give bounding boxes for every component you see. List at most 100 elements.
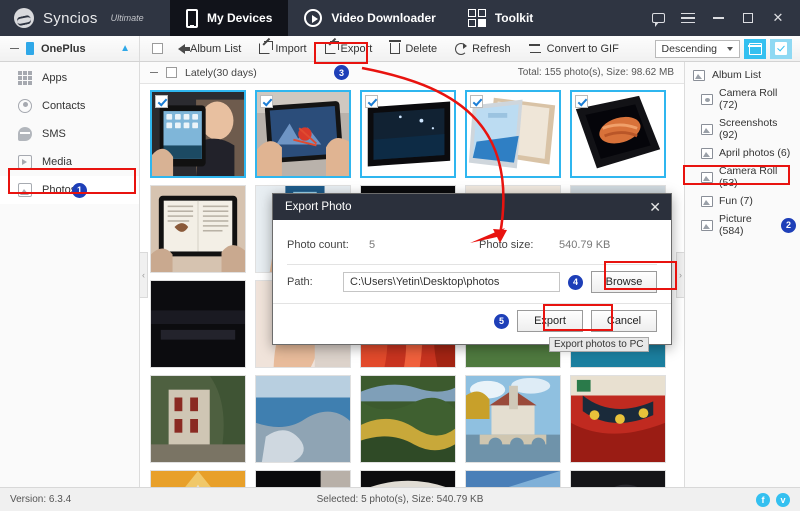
menu-icon[interactable] <box>674 3 702 33</box>
photo-checkbox[interactable] <box>155 95 168 108</box>
photo-image <box>151 471 245 487</box>
select-all-checkbox[interactable] <box>152 43 163 54</box>
album-item-fun[interactable]: Fun (7) <box>685 192 800 210</box>
album-item-april-photos[interactable]: April photos (6) <box>685 144 800 162</box>
close-button[interactable]: ✕ <box>764 3 792 33</box>
toolbar-refresh-label: Refresh <box>472 43 511 55</box>
photo-group-label: Lately(30 days) <box>185 67 257 79</box>
toolbar-convert-gif-button[interactable]: Convert to GIF <box>526 41 622 57</box>
photo-row <box>150 375 676 463</box>
apps-icon <box>18 71 32 85</box>
photo-image <box>361 471 455 487</box>
photo-thumbnail[interactable] <box>360 90 456 178</box>
group-select-checkbox[interactable] <box>166 67 177 78</box>
dialog-export-button[interactable]: Export <box>517 310 583 332</box>
sort-order-value: Descending <box>662 43 717 55</box>
album-item-screenshots[interactable]: Screenshots (92) <box>685 114 800 144</box>
sidebar-item-sms[interactable]: SMS <box>0 120 139 148</box>
album-panel: Album List Camera Roll (72) Screenshots … <box>684 62 800 487</box>
select-all-button[interactable] <box>770 39 792 59</box>
album-item-camera-roll-72[interactable]: Camera Roll (72) <box>685 84 800 114</box>
annotation-badge-2: 2 <box>781 218 796 233</box>
toolbar-export-button[interactable]: Export <box>322 41 376 57</box>
collapse-right-panel-button[interactable]: › <box>676 252 685 298</box>
checklist-icon <box>775 42 787 55</box>
device-selector[interactable]: OnePlus ▲ <box>0 36 140 61</box>
sidebar-item-photos[interactable]: Photos 1 <box>0 176 139 204</box>
selection-summary: Selected: 5 photo(s), Size: 540.79 KB <box>0 494 800 505</box>
dialog-body: Photo count: 5 Photo size: 540.79 KB Pat… <box>273 220 671 303</box>
tab-video-downloader[interactable]: Video Downloader <box>288 0 451 36</box>
dialog-info-row: Photo count: 5 Photo size: 540.79 KB <box>287 232 657 258</box>
photo-thumbnail[interactable] <box>465 470 561 487</box>
photo-thumbnail[interactable] <box>465 375 561 463</box>
eject-icon[interactable]: ▲ <box>120 43 130 54</box>
app-edition: Ultimate <box>111 13 144 23</box>
photo-total-text: Total: 155 photo(s), Size: 98.62 MB <box>518 67 674 78</box>
photo-count-label: Photo count: <box>287 239 369 251</box>
toolbar: OnePlus ▲ Album List Import Export Delet… <box>0 36 800 62</box>
sidebar-item-media-label: Media <box>42 156 72 168</box>
photo-thumbnail[interactable] <box>570 90 666 178</box>
album-list-header-label: Album List <box>712 69 761 81</box>
tab-my-devices[interactable]: My Devices <box>170 0 288 36</box>
sort-order-select[interactable]: Descending <box>655 40 740 58</box>
album-item-picture[interactable]: Picture (584) 2 <box>685 210 800 240</box>
photo-thumbnail[interactable] <box>150 375 246 463</box>
syncios-logo-icon <box>14 8 34 28</box>
photo-image <box>151 376 245 462</box>
album-item-camera-roll-53[interactable]: Camera Roll (53) <box>685 162 800 192</box>
toolbar-refresh-button[interactable]: Refresh <box>452 41 514 57</box>
annotation-badge-1: 1 <box>72 183 87 198</box>
photo-checkbox[interactable] <box>365 95 378 108</box>
album-icon <box>701 220 713 231</box>
photo-thumbnail[interactable] <box>150 470 246 487</box>
dialog-cancel-button[interactable]: Cancel <box>591 310 657 332</box>
device-name: OnePlus <box>41 43 86 55</box>
photo-thumbnail[interactable] <box>150 185 246 273</box>
calendar-view-button[interactable] <box>744 39 766 59</box>
feedback-icon[interactable] <box>644 3 672 33</box>
maximize-button[interactable] <box>734 3 762 33</box>
contacts-icon <box>18 99 32 113</box>
photo-thumbnail[interactable] <box>150 280 246 368</box>
photo-checkbox[interactable] <box>470 95 483 108</box>
group-collapse-icon[interactable] <box>150 72 158 73</box>
toolbar-delete-button[interactable]: Delete <box>387 41 440 57</box>
toolbar-album-list-button[interactable]: Album List <box>175 41 244 57</box>
album-icon <box>701 196 713 207</box>
photo-checkbox[interactable] <box>260 95 273 108</box>
dialog-close-button[interactable]: ✕ <box>647 199 663 216</box>
photo-thumbnail[interactable] <box>150 90 246 178</box>
sidebar-item-contacts[interactable]: Contacts <box>0 92 139 120</box>
toolbar-actions: Album List Import Export Delete Refresh … <box>140 41 622 57</box>
album-icon <box>701 124 713 135</box>
dialog-title: Export Photo <box>285 201 351 213</box>
photo-size-label: Photo size: <box>479 239 559 251</box>
toolbar-import-button[interactable]: Import <box>256 41 309 57</box>
photo-thumbnail[interactable] <box>255 90 351 178</box>
sidebar: Apps Contacts SMS Media Photos 1 <box>0 62 140 487</box>
minimize-button[interactable] <box>704 3 732 33</box>
dialog-path-input[interactable] <box>343 272 560 292</box>
sidebar-item-media[interactable]: Media <box>0 148 139 176</box>
collapse-left-panel-button[interactable]: ‹ <box>139 252 148 298</box>
photo-checkbox[interactable] <box>575 95 588 108</box>
photo-thumbnail[interactable] <box>570 470 666 487</box>
photo-thumbnail[interactable] <box>465 90 561 178</box>
back-arrow-icon <box>178 44 185 54</box>
photo-thumbnail[interactable] <box>255 375 351 463</box>
photo-thumbnail[interactable] <box>360 470 456 487</box>
album-item-label: Camera Roll (53) <box>719 165 796 189</box>
sidebar-item-apps-label: Apps <box>42 72 67 84</box>
dialog-browse-button[interactable]: Browse <box>591 271 657 293</box>
photo-image <box>151 281 245 367</box>
toolbar-convert-gif-label: Convert to GIF <box>547 43 619 55</box>
album-item-label: April photos (6) <box>719 147 790 159</box>
media-icon <box>18 155 32 169</box>
photo-thumbnail[interactable] <box>570 375 666 463</box>
photo-thumbnail[interactable] <box>360 375 456 463</box>
tab-toolkit[interactable]: Toolkit <box>452 0 549 36</box>
photo-thumbnail[interactable] <box>255 470 351 487</box>
sidebar-item-apps[interactable]: Apps <box>0 64 139 92</box>
